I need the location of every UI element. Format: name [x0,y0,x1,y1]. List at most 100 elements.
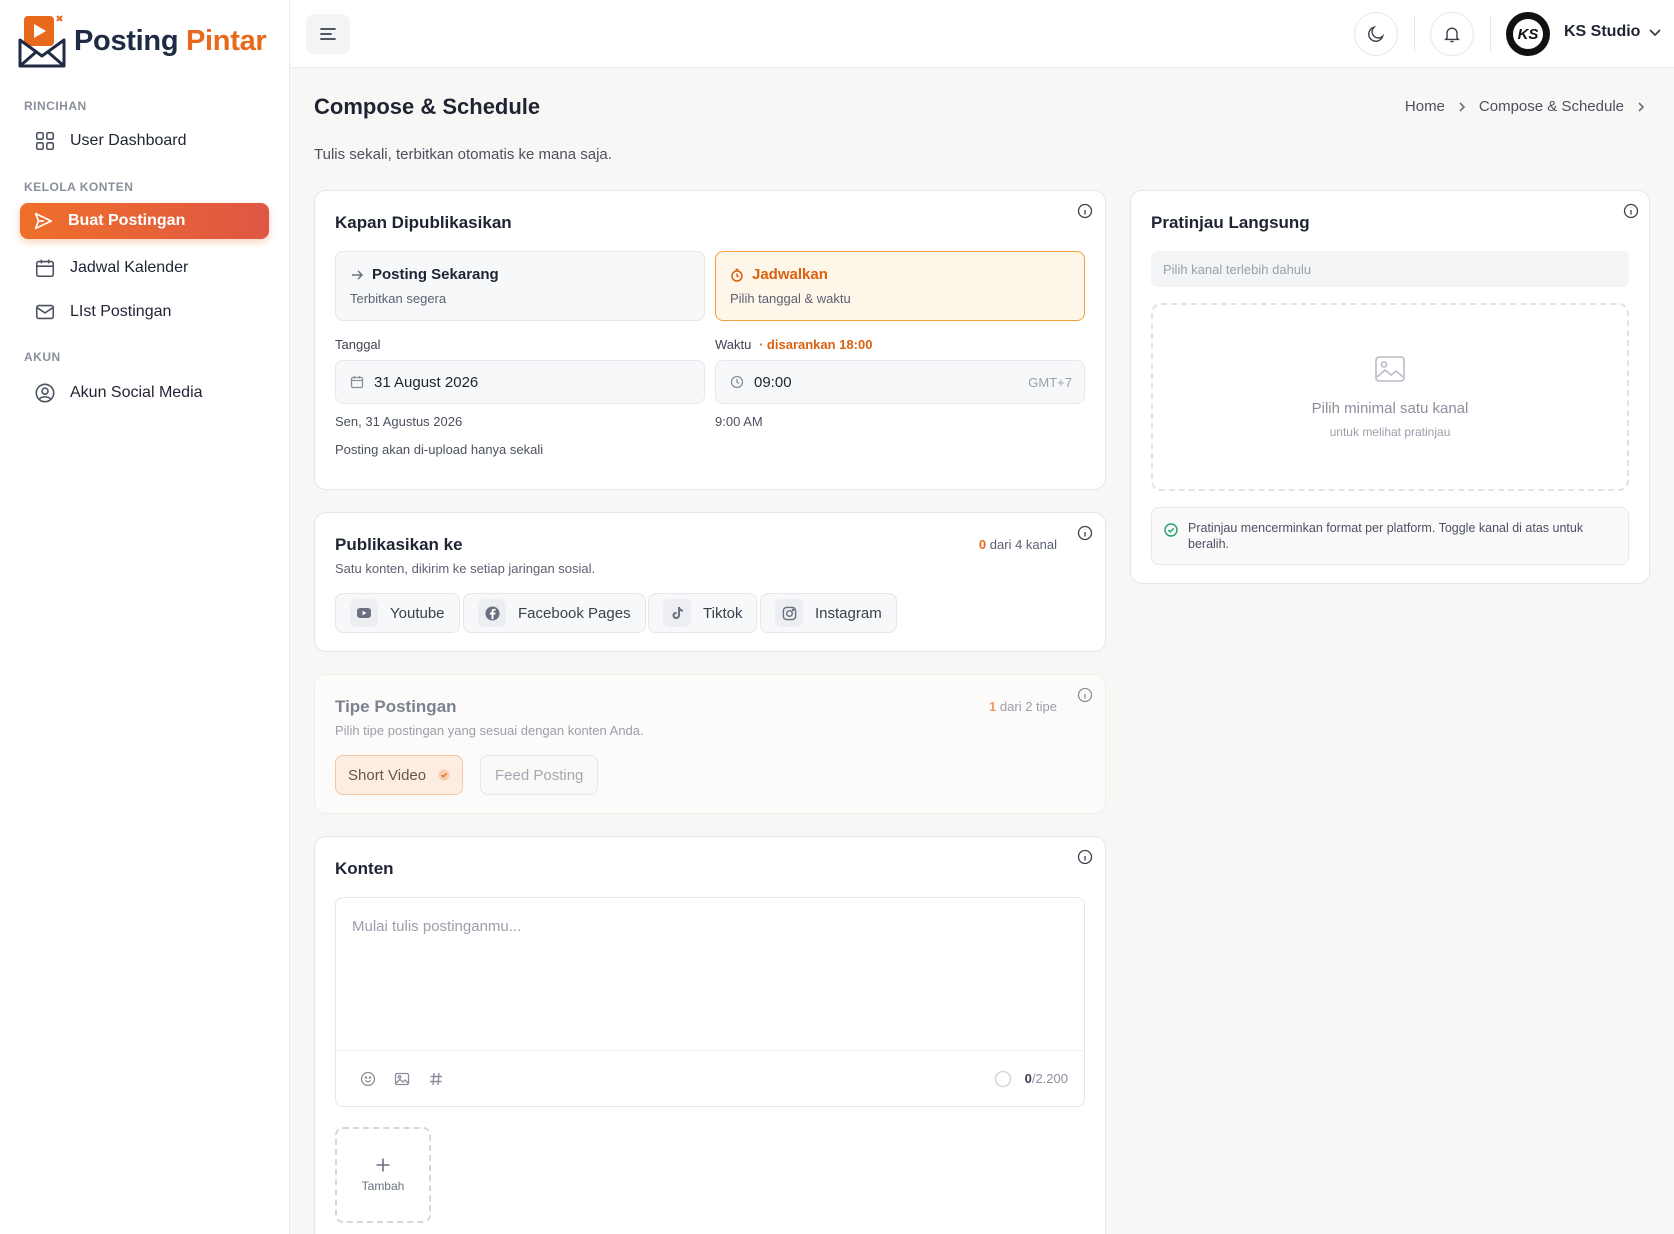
sidebar-item-label: User Dashboard [70,131,187,149]
time-suggestion: · disarankan 18:00 [758,337,873,352]
page-title: Compose & Schedule [314,94,541,119]
tiktok-icon [663,599,691,627]
info-icon[interactable] [1077,203,1093,219]
channel-chip-tiktok[interactable]: Tiktok [648,593,758,633]
post-now-option[interactable]: Posting Sekarang Terbitkan segera [335,251,705,321]
type-chip-short-video[interactable]: Short Video [335,755,464,795]
type-chip-feed-posting[interactable]: Feed Posting [480,755,599,795]
upload-note: Posting akan di-upload hanya sekali [335,442,544,457]
info-icon[interactable] [1623,203,1639,219]
moon-icon [1368,25,1385,42]
channel-label: Youtube [390,604,445,622]
add-media-label: Tambah [361,1179,405,1193]
preview-channel-select[interactable]: Pilih kanal terlebih dahulu [1151,251,1629,287]
check-circle-icon [1164,523,1178,537]
calendar-icon [35,259,55,277]
content-card: Konten Mulai tulis postinganmu... 0/2.20… [314,836,1106,1234]
preview-card-title: Pratinjau Langsung [1151,213,1310,232]
channel-chip-youtube[interactable]: Youtube [335,593,460,633]
preview-note: Pratinjau mencerminkan format per platfo… [1151,507,1629,565]
time-hint: 9:00 AM [715,414,763,429]
publish-card-title: Publikasikan ke [335,535,463,554]
preview-note-text: Pratinjau mencerminkan format per platfo… [1188,521,1584,551]
timezone-label: GMT+7 [1028,374,1072,390]
user-name: KS Studio [1564,23,1641,40]
post-type-card: Tipe Postingan Pilih tipe postingan yang… [314,674,1106,814]
hashtag-icon[interactable] [428,1071,444,1087]
sidebar-item-akun-social-media[interactable]: Akun Social Media [20,374,269,411]
sidebar-item-label: LIst Postingan [70,302,172,320]
divider [1490,16,1491,52]
post-type-card-subtitle: Pilih tipe postingan yang sesuai dengan … [335,723,644,738]
editor-placeholder: Mulai tulis postinganmu... [352,918,522,935]
preview-empty-title: Pilih minimal satu kanal [1311,399,1469,417]
char-progress-ring [994,1070,1012,1088]
sidebar-item-label: Akun Social Media [70,383,203,401]
check-circle-icon [438,769,450,781]
emoji-icon[interactable] [360,1071,376,1087]
calendar-icon [350,376,364,389]
content-card-title: Konten [335,859,394,878]
timer-icon [731,268,743,282]
notification-button[interactable] [1430,12,1474,56]
schedule-option[interactable]: Jadwalkan Pilih tanggal & waktu [715,251,1085,321]
youtube-icon [350,599,378,627]
image-icon[interactable] [394,1071,410,1087]
channel-label: Tiktok [703,604,743,622]
info-icon[interactable] [1077,525,1093,541]
type-label: Feed Posting [495,766,584,784]
theme-toggle-button[interactable] [1354,12,1398,56]
sidebar-item-user-dashboard[interactable]: User Dashboard [20,122,269,159]
schedule-card: Kapan Dipublikasikan Posting Sekarang Te… [314,190,1106,490]
sidebar-item-jadwal-kalender[interactable]: Jadwal Kalender [20,249,269,286]
option-subtitle: Pilih tanggal & waktu [730,291,851,306]
publish-card: Publikasikan ke Satu konten, dikirim ke … [314,512,1106,652]
date-value: 31 August 2026 [374,373,479,391]
publish-card-subtitle: Satu konten, dikirim ke setiap jaringan … [335,561,596,576]
editor-toolbar: 0/2.200 [336,1050,1084,1106]
nav-section-rincihan: RINCIHAN [24,99,87,113]
channel-chip-instagram[interactable]: Instagram [760,593,897,633]
content-editor[interactable]: Mulai tulis postinganmu... 0/2.200 [335,897,1085,1107]
brand-name: Posting Pintar [74,24,267,57]
type-count: 1 dari 2 tipe [989,699,1057,714]
add-media-button[interactable]: Tambah [335,1127,431,1223]
sidebar-item-list-postingan[interactable]: LIst Postingan [20,293,269,330]
instagram-icon [775,599,803,627]
type-label: Short Video [348,766,427,784]
sidebar-item-buat-postingan[interactable]: Buat Postingan [20,203,269,239]
page-subtitle: Tulis sekali, terbitkan otomatis ke mana… [314,146,612,163]
brand-logo[interactable]: Posting Pintar [18,14,267,68]
sidebar: Posting Pintar RINCIHAN User Dashboard K… [0,0,290,1234]
user-circle-icon [35,383,55,402]
schedule-card-title: Kapan Dipublikasikan [335,213,512,232]
info-icon[interactable] [1077,849,1093,865]
preview-empty-state: Pilih minimal satu kanal untuk melihat p… [1151,303,1629,491]
date-hint: Sen, 31 Agustus 2026 [335,414,463,429]
bell-icon [1444,27,1460,43]
preview-channel-placeholder: Pilih kanal terlebih dahulu [1163,261,1312,277]
nav-section-akun: AKUN [24,350,61,364]
menu-toggle-button[interactable] [306,14,350,54]
breadcrumb-home[interactable]: Home [1405,98,1445,115]
sidebar-item-label: Buat Postingan [68,212,186,229]
mail-icon [35,304,55,319]
breadcrumb: Home Compose & Schedule [1405,98,1646,115]
user-menu[interactable]: KS Studio [1564,23,1662,41]
plus-icon [376,1158,390,1172]
date-input[interactable]: 31 August 2026 [335,360,705,404]
channel-chip-facebook-pages[interactable]: Facebook Pages [463,593,646,633]
option-title: Posting Sekarang [372,266,499,283]
image-placeholder-icon [1375,355,1405,382]
send-icon [34,212,53,230]
option-subtitle: Terbitkan segera [350,291,447,306]
avatar-initials: KS [1511,17,1545,51]
preview-card: Pratinjau Langsung Pilih kanal terlebih … [1130,190,1650,584]
time-label: Waktu · disarankan 18:00 [715,337,873,352]
avatar[interactable]: KS [1506,12,1550,56]
time-input[interactable]: 09:00 GMT+7 [715,360,1085,404]
char-counter: 0/2.200 [1024,1071,1068,1086]
info-icon[interactable] [1077,687,1093,703]
date-label: Tanggal [335,337,381,352]
chevron-right-icon [1459,101,1466,112]
